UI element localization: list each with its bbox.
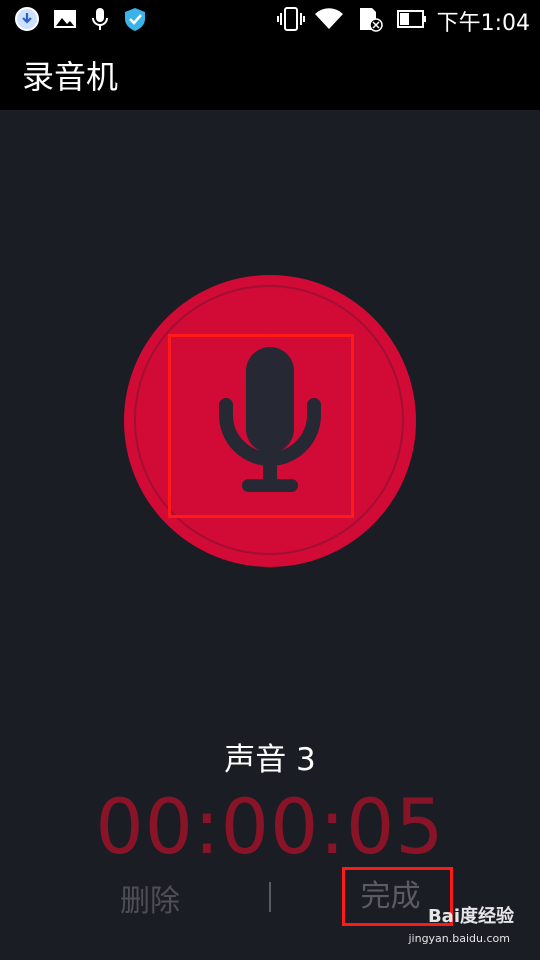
watermark-logo: Bai度经验 <box>427 906 514 927</box>
microphone-icon <box>92 8 108 30</box>
sd-card-icon <box>360 8 383 32</box>
app-title: 录音机 <box>22 58 119 96</box>
vibrate-icon <box>277 7 305 31</box>
watermark-url: jingyan.baidu.com <box>408 932 510 945</box>
recording-name: 声音 3 <box>224 742 316 778</box>
battery-icon <box>397 10 426 28</box>
shield-icon <box>125 8 145 31</box>
clock: 下午1:04 <box>436 11 530 36</box>
highlight-box-mic <box>168 334 354 518</box>
wifi-icon <box>315 8 343 29</box>
elapsed-timer: 00:00:05 <box>95 782 445 871</box>
app-bar: 录音机 <box>0 38 540 110</box>
action-divider <box>269 882 271 912</box>
download-icon <box>15 7 39 31</box>
image-icon <box>54 10 76 28</box>
status-bar: 下午1:04 <box>0 0 540 38</box>
delete-button[interactable]: 删除 <box>120 876 180 920</box>
